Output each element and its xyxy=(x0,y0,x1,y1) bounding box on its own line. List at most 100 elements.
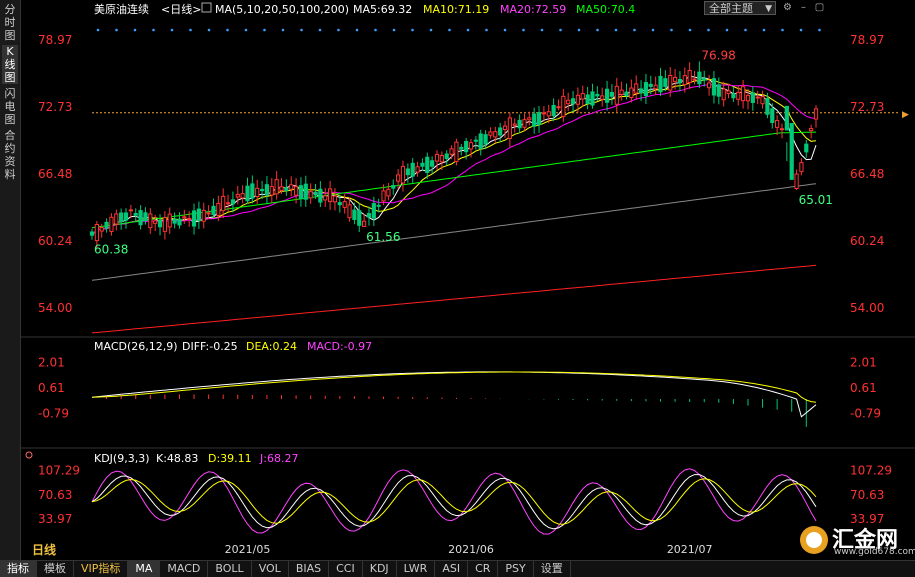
ma20-value: MA20:72.59 xyxy=(500,3,566,16)
candle-body xyxy=(182,216,187,219)
candle-body xyxy=(731,93,736,99)
indicator-tab-5[interactable]: BOLL xyxy=(208,561,252,577)
candle-body xyxy=(711,78,717,96)
indicator-tab-10[interactable]: LWR xyxy=(397,561,436,577)
candle-body xyxy=(371,203,376,219)
candle-body xyxy=(575,94,581,105)
price-annotation: 65.01 xyxy=(799,193,833,207)
candle-body xyxy=(570,98,576,105)
candle-body xyxy=(556,106,561,109)
top-marker-dot xyxy=(429,28,433,32)
candle-body xyxy=(541,112,546,115)
candle-body xyxy=(629,87,634,99)
candle-body xyxy=(138,210,143,226)
candle-body xyxy=(532,113,537,127)
ma5-value: MA5:69.32 xyxy=(353,3,412,16)
top-marker-dot xyxy=(707,28,710,32)
top-marker-dot xyxy=(577,28,581,32)
candle-body xyxy=(216,203,221,216)
theme-select[interactable]: 全部主题 ▼ xyxy=(704,1,776,15)
left-tab-2[interactable]: 闪电图 xyxy=(2,87,18,126)
indicator-tab-0[interactable]: 指标 xyxy=(0,561,37,577)
macd-dea: DEA:0.24 xyxy=(246,340,297,353)
indicator-tab-4[interactable]: MACD xyxy=(160,561,209,577)
candle-body xyxy=(726,90,731,95)
minimize-icon[interactable]: – xyxy=(798,2,809,13)
top-marker-dot xyxy=(559,28,562,32)
candle-body xyxy=(94,223,99,242)
candle-body xyxy=(444,153,449,159)
period-label[interactable]: 日线 xyxy=(32,541,56,558)
top-marker-dot xyxy=(355,28,359,32)
indicator-tab-6[interactable]: VOL xyxy=(252,561,289,577)
candle-body xyxy=(114,213,119,225)
candle-body xyxy=(206,212,211,215)
indicator-tab-12[interactable]: CR xyxy=(468,561,499,577)
top-marker-dot xyxy=(133,28,137,32)
left-tab-3[interactable]: 合约资料 xyxy=(2,129,18,181)
candle-body xyxy=(512,123,517,126)
candle-body xyxy=(658,75,663,93)
chart-area[interactable]: 78.97 78.97 72.73 72.73 66.48 66.48 60.24 60.24… xyxy=(20,0,915,560)
settings-icon[interactable]: ⚙ xyxy=(782,2,793,13)
symbol-title: 美原油连续 xyxy=(94,2,149,16)
candle-body xyxy=(420,162,425,167)
candle-body xyxy=(493,131,498,138)
top-marker-dot xyxy=(448,28,451,32)
top-marker-dot xyxy=(374,28,377,32)
indicator-tab-14[interactable]: 设置 xyxy=(534,561,571,577)
candle-body xyxy=(196,208,201,222)
left-tab-1[interactable]: K线图 xyxy=(2,45,18,84)
ma50-value: MA50:70.4 xyxy=(576,3,635,16)
candle-body xyxy=(498,127,503,136)
price-annotation: 76.98 xyxy=(701,48,735,62)
ma100-line xyxy=(91,183,817,281)
top-marker-dot xyxy=(152,28,155,32)
kdj-k-line xyxy=(91,474,817,530)
candle-body xyxy=(775,120,780,128)
candle-body xyxy=(707,82,712,89)
top-marker-dot xyxy=(651,28,655,32)
indicator-tab-11[interactable]: ASI xyxy=(435,561,469,577)
indicator-tab-7[interactable]: BIAS xyxy=(289,561,330,577)
candle-body xyxy=(157,219,163,228)
indicator-tab-9[interactable]: KDJ xyxy=(363,561,397,577)
candle-body xyxy=(143,212,148,222)
candle-body xyxy=(566,99,571,105)
candle-body xyxy=(755,96,760,99)
candle-body xyxy=(677,78,683,84)
candle-body xyxy=(201,209,206,222)
y-tick-right: 66.48 xyxy=(850,167,884,181)
indicator-tab-3[interactable]: MA xyxy=(128,561,161,577)
x-axis-label: 2021/06 xyxy=(448,543,494,556)
candle-body xyxy=(478,133,483,149)
candle-body xyxy=(148,213,153,229)
candle-body xyxy=(221,195,226,212)
macd-value: MACD:-0.97 xyxy=(307,340,372,353)
candle-body xyxy=(386,188,391,197)
top-marker-dot xyxy=(207,28,211,32)
kdj-j-line xyxy=(91,468,817,535)
top-marker-dot xyxy=(818,28,821,32)
candle-body xyxy=(614,85,619,105)
top-marker-dot xyxy=(762,28,766,32)
x-axis-label: 2021/05 xyxy=(225,543,271,556)
left-tab-0[interactable]: 分时图 xyxy=(2,3,18,42)
indicator-tab-13[interactable]: PSY xyxy=(498,561,534,577)
candle-body xyxy=(167,213,172,228)
left-tab-bar: 分时图 K线图闪电图合约资料 xyxy=(0,0,21,560)
candle-body xyxy=(119,212,124,223)
indicator-tab-2[interactable]: VIP指标 xyxy=(74,561,129,577)
top-marker-dot xyxy=(522,28,525,32)
indicator-tab-1[interactable]: 模板 xyxy=(37,561,74,577)
kdj-y-tick-left: 70.63 xyxy=(38,488,72,502)
candle-body xyxy=(600,95,605,100)
top-marker-dot xyxy=(688,28,692,32)
candle-body xyxy=(697,71,702,85)
indicator-tab-8[interactable]: CCI xyxy=(329,561,363,577)
top-marker-dot xyxy=(300,28,303,32)
x-axis-label: 2021/07 xyxy=(667,543,713,556)
macd-y-tick-right: -0.79 xyxy=(850,406,881,420)
close-icon[interactable]: ▢ xyxy=(814,2,825,13)
candle-body xyxy=(716,84,721,97)
